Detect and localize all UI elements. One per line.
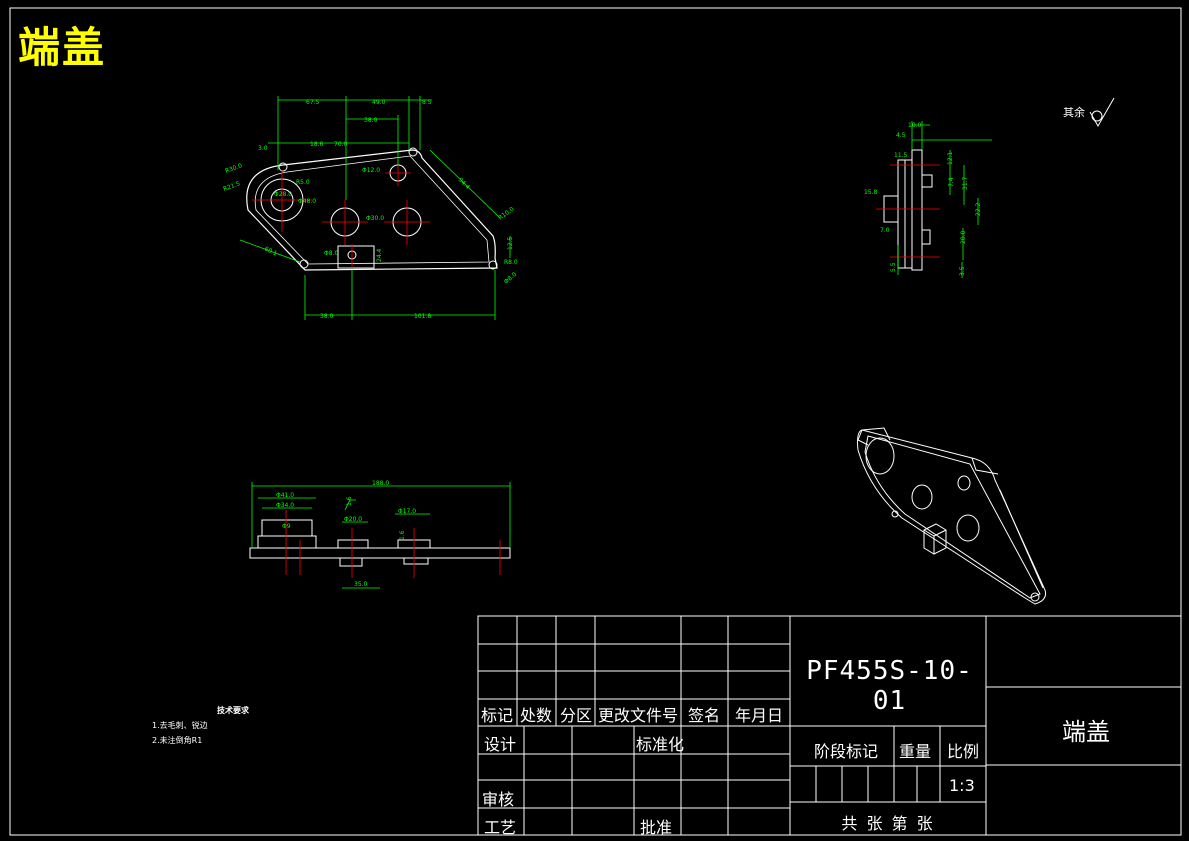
tb-process: 工艺	[484, 818, 517, 837]
tb-header-signature: 签名	[688, 706, 721, 725]
tb-scale-label: 比例	[947, 742, 980, 761]
dim-hole-2: Φ48.0	[298, 198, 316, 205]
dim-hole-5: Φ8.0	[324, 250, 338, 257]
part-name: 端盖	[1062, 718, 1110, 746]
dim-hole-1: Φ28.0	[274, 191, 292, 198]
tech-requirement-1: 1.去毛刺、锐边	[152, 721, 208, 730]
tb-review: 审核	[482, 790, 515, 809]
dim-side-7: 60.1	[263, 245, 278, 257]
sv-dim-9: 7.0	[880, 227, 890, 234]
bv-dim-3: Φ34.0	[276, 502, 294, 509]
drawing-number: PF455S-10-01	[806, 656, 973, 716]
sv-dim-7: 15.8	[864, 189, 878, 196]
dim-top-2: 49.0	[372, 99, 386, 106]
sv-dim-11: 5.5	[890, 262, 897, 272]
dim-hole-3: Φ12.0	[362, 167, 380, 174]
dim-bottom-2: 101.8	[414, 313, 431, 320]
dim-hole-4: Φ30.0	[366, 215, 384, 222]
tb-header-zone: 分区	[560, 706, 593, 725]
drawing-title: 端盖	[18, 23, 107, 72]
sv-dim-3: 11.5	[894, 152, 908, 159]
tb-header-date: 年月日	[735, 706, 784, 725]
sv-dim-4: 12.1	[947, 151, 954, 165]
tech-requirement-2: 2.未注倒角R1	[152, 736, 203, 745]
bv-dim-9: Φ9	[282, 523, 291, 530]
tb-scale-value: 1:3	[949, 776, 975, 795]
dim-row3-1: 18.6	[310, 141, 324, 148]
tb-header-mark: 标记	[481, 706, 514, 725]
bv-dim-6: 1.6	[346, 496, 353, 506]
bv-dim-7: 1.6	[399, 530, 406, 540]
sv-dim-5: 7.4	[948, 177, 955, 187]
sv-dim-8: 22.2	[975, 202, 982, 216]
tb-standardization: 标准化	[636, 735, 685, 754]
dim-bottom-1: 38.0	[320, 313, 334, 320]
dim-side-4: R8.0	[504, 259, 518, 266]
tech-requirements: 技术要求 1.去毛刺、锐边 2.未注倒角R1	[152, 703, 249, 748]
sv-dim-10: 20.0	[960, 230, 967, 244]
sv-dim-1: 10.0	[908, 122, 922, 129]
dim-top-3: 8.5	[422, 99, 432, 106]
tb-stage-mark: 阶段标记	[814, 742, 879, 761]
tb-weight: 重量	[899, 742, 932, 761]
roughness-note: 其余	[1063, 106, 1085, 119]
front-view: 67.5 49.0 8.5 38.0 18.6 70.0 3.0 R30.0 R…	[222, 96, 518, 320]
tb-header-count: 处数	[520, 706, 553, 725]
dim-side-2: R10.0	[497, 206, 516, 222]
dim-side-6: 24.4	[376, 248, 383, 262]
dim-row2: 38.0	[364, 117, 378, 124]
bv-dim-2: Φ41.0	[276, 492, 294, 499]
tech-requirements-title: 技术要求	[217, 706, 249, 715]
bv-dim-4: Φ20.0	[344, 516, 362, 523]
tb-header-change-doc: 更改文件号	[598, 706, 679, 725]
bv-dim-1: 188.0	[372, 480, 389, 487]
side-view: 10.0 4.5 11.5 12.1 7.4 31.7 15.8 22.2 7.…	[864, 121, 992, 278]
dim-side-3: 12.5	[507, 236, 514, 250]
dim-top-1: 67.5	[306, 99, 320, 106]
dim-row3-2: 70.0	[334, 141, 348, 148]
tb-design: 设计	[484, 735, 517, 754]
bottom-view: 188.0 Φ41.0 Φ34.0 Φ20.0 Φ17.0 1.6 1.6 35…	[249, 480, 511, 589]
tb-approve: 批准	[640, 818, 673, 837]
dim-side-1: 94.4	[457, 176, 472, 191]
sv-dim-12: 3.5	[959, 266, 966, 276]
dim-left-small: 3.0	[258, 145, 268, 152]
bv-dim-8: 35.0	[354, 581, 368, 588]
dim-side-5: Φ8.0	[503, 271, 519, 286]
dim-radius-2: R21.5	[222, 180, 241, 193]
sv-dim-2: 4.5	[896, 132, 906, 139]
bv-dim-5: Φ17.0	[398, 508, 416, 515]
dim-radius-3: R5.0	[296, 179, 310, 186]
sv-dim-6: 31.7	[962, 176, 969, 190]
isometric-view	[857, 427, 1046, 605]
dim-radius-1: R30.0	[224, 162, 243, 175]
roughness-symbol	[1089, 97, 1115, 128]
tb-sheet-info: 共 张 第 张	[841, 814, 935, 833]
